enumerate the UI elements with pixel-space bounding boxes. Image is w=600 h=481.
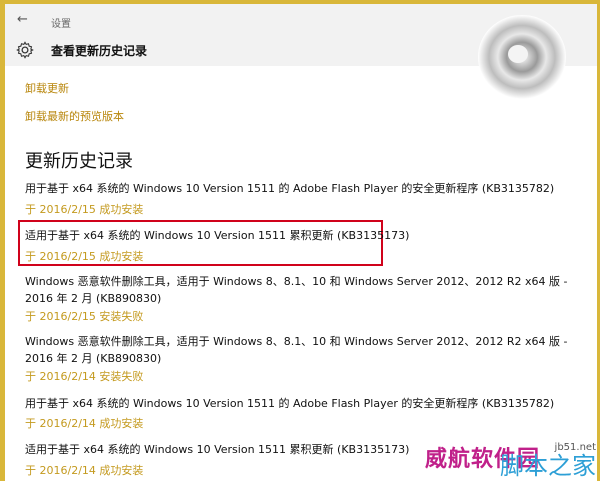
update-status[interactable]: 于 2016/2/14 成功安装 (25, 415, 143, 431)
page-title: 查看更新历史记录 (51, 44, 148, 58)
app-title: 设置 (51, 19, 71, 30)
uninstall-updates-link[interactable]: 卸载更新 (25, 80, 69, 96)
watermark-sub: 脚本之家 (500, 452, 596, 480)
update-title: 用于基于 x64 系统的 Windows 10 Version 1511 的 A… (25, 397, 555, 410)
window-border-left (0, 0, 5, 481)
update-status[interactable]: 于 2016/2/15 成功安装 (25, 248, 143, 264)
uninstall-preview-link[interactable]: 卸载最新的预览版本 (25, 108, 124, 124)
gear-icon (16, 41, 34, 59)
update-title: Windows 恶意软件删除工具，适用于 Windows 8、8.1、10 和 … (25, 335, 568, 365)
update-status[interactable]: 于 2016/2/15 成功安装 (25, 201, 143, 217)
back-arrow-icon[interactable]: ← (17, 13, 31, 27)
update-title: 适用于基于 x64 系统的 Windows 10 Version 1511 累积… (25, 229, 410, 242)
update-history-heading: 更新历史记录 (25, 151, 133, 172)
update-title: 用于基于 x64 系统的 Windows 10 Version 1511 的 A… (25, 182, 555, 195)
window-border-top (0, 0, 600, 4)
update-title: Windows 恶意软件删除工具，适用于 Windows 8、8.1、10 和 … (25, 275, 568, 305)
update-status[interactable]: 于 2016/2/14 安装失败 (25, 368, 143, 384)
update-status[interactable]: 于 2016/2/15 安装失败 (25, 308, 143, 324)
swirl-logo-icon (478, 15, 566, 99)
settings-window: ← 设置 查看更新历史记录 卸载更新 卸载最新的预览版本 更新历史记录 用于基于… (0, 0, 600, 481)
update-status[interactable]: 于 2016/2/14 成功安装 (25, 462, 143, 478)
